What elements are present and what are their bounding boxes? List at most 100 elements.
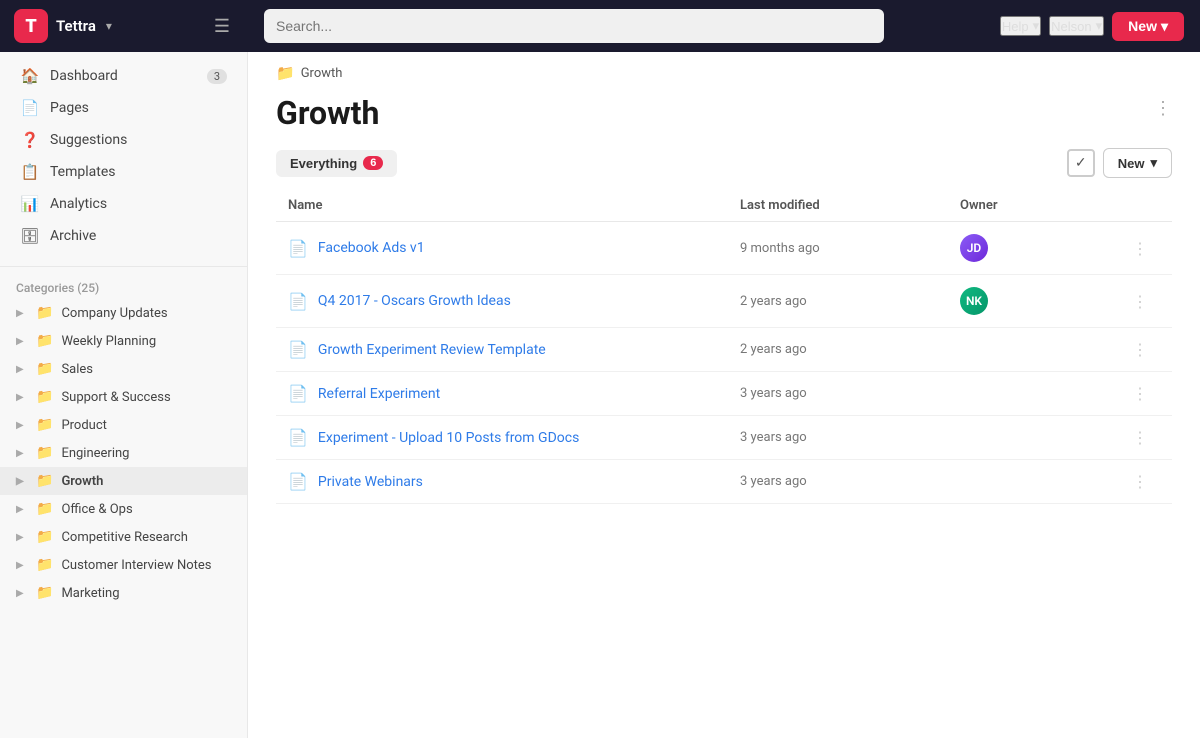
row-options-icon[interactable]: ⋮ — [1120, 340, 1160, 359]
category-chevron-icon: ▶ — [16, 560, 28, 571]
doc-name-cell: 📄 Facebook Ads v1 — [288, 239, 740, 258]
row-options-icon[interactable]: ⋮ — [1120, 239, 1160, 258]
doc-name-cell: 📄 Growth Experiment Review Template — [288, 340, 740, 359]
doc-icon: 📄 — [288, 384, 308, 403]
doc-modified-date: 3 years ago — [740, 474, 960, 489]
doc-modified-date: 3 years ago — [740, 386, 960, 401]
new-top-button[interactable]: New ▾ — [1112, 12, 1184, 41]
doc-modified-date: 9 months ago — [740, 241, 960, 256]
category-label: Weekly Planning — [61, 334, 231, 349]
sidebar-item-office-ops[interactable]: ▶ 📁 Office & Ops — [0, 495, 247, 523]
help-chevron-icon: ▾ — [1033, 18, 1040, 34]
toolbar-right: ✓ New ▾ — [1067, 148, 1172, 178]
sidebar-item-dashboard[interactable]: 🏠 Dashboard 3 — [4, 60, 243, 92]
row-options-icon[interactable]: ⋮ — [1120, 472, 1160, 491]
category-label: Growth — [61, 474, 231, 489]
col-header-name: Name — [288, 198, 740, 213]
table-header: Name Last modified Owner — [276, 190, 1172, 222]
breadcrumb: 📁 Growth — [248, 52, 1200, 82]
sidebar-item-sales[interactable]: ▶ 📁 Sales — [0, 355, 247, 383]
sidebar: 🏠 Dashboard 3 📄 Pages ❓ Suggestions 📋 Te… — [0, 0, 248, 738]
category-chevron-icon: ▶ — [16, 532, 28, 543]
doc-owner-cell: JD — [960, 234, 1120, 262]
category-folder-icon: 📁 — [36, 445, 53, 461]
category-chevron-icon: ▶ — [16, 364, 28, 375]
topbar: T Tettra ▾ ☰ Help ▾ Nelson ▾ New ▾ — [0, 0, 1200, 52]
sidebar-item-engineering[interactable]: ▶ 📁 Engineering — [0, 439, 247, 467]
doc-modified-date: 2 years ago — [740, 294, 960, 309]
sidebar-item-customer-interview-notes[interactable]: ▶ 📁 Customer Interview Notes — [0, 551, 247, 579]
category-chevron-icon: ▶ — [16, 392, 28, 403]
category-folder-icon: 📁 — [36, 473, 53, 489]
category-label: Product — [61, 418, 231, 433]
page-options-icon[interactable]: ⋮ — [1154, 86, 1172, 119]
row-options-icon[interactable]: ⋮ — [1120, 384, 1160, 403]
doc-name-link[interactable]: Experiment - Upload 10 Posts from GDocs — [318, 430, 579, 446]
table-row: 📄 Q4 2017 - Oscars Growth Ideas 2 years … — [276, 275, 1172, 328]
main-content: 📁 Growth Growth ⋮ Everything 6 ✓ New ▾ N… — [248, 0, 1200, 738]
hamburger-icon[interactable]: ☰ — [210, 12, 234, 41]
doc-icon: 📄 — [288, 340, 308, 359]
sidebar-item-growth[interactable]: ▶ 📁 Growth — [0, 467, 247, 495]
category-folder-icon: 📁 — [36, 361, 53, 377]
dashboard-badge: 3 — [207, 69, 227, 84]
select-all-checkbox[interactable]: ✓ — [1067, 149, 1095, 177]
sidebar-item-templates[interactable]: 📋 Templates — [4, 156, 243, 188]
doc-owner-cell: NK — [960, 287, 1120, 315]
category-chevron-icon: ▶ — [16, 448, 28, 459]
sidebar-item-weekly-planning[interactable]: ▶ 📁 Weekly Planning — [0, 327, 247, 355]
table-row: 📄 Private Webinars 3 years ago ⋮ — [276, 460, 1172, 504]
table-row: 📄 Growth Experiment Review Template 2 ye… — [276, 328, 1172, 372]
sidebar-item-analytics[interactable]: 📊 Analytics — [4, 188, 243, 220]
user-menu-button[interactable]: Nelson ▾ — [1049, 16, 1104, 36]
page-header: Growth ⋮ — [248, 82, 1200, 148]
doc-icon: 📄 — [288, 428, 308, 447]
doc-name-cell: 📄 Private Webinars — [288, 472, 740, 491]
owner-avatar: JD — [960, 234, 988, 262]
everything-filter-tab[interactable]: Everything 6 — [276, 150, 397, 177]
table-container: Name Last modified Owner 📄 Facebook Ads … — [248, 190, 1200, 504]
category-folder-icon: 📁 — [36, 501, 53, 517]
row-options-icon[interactable]: ⋮ — [1120, 292, 1160, 311]
category-folder-icon: 📁 — [36, 557, 53, 573]
sidebar-item-suggestions[interactable]: ❓ Suggestions — [4, 124, 243, 156]
col-header-actions — [1120, 198, 1160, 213]
sidebar-item-product[interactable]: ▶ 📁 Product — [0, 411, 247, 439]
search-area — [248, 9, 1000, 43]
col-header-owner: Owner — [960, 198, 1120, 213]
category-folder-icon: 📁 — [36, 389, 53, 405]
help-button[interactable]: Help ▾ — [1000, 16, 1041, 36]
doc-name-link[interactable]: Private Webinars — [318, 474, 423, 490]
doc-name-link[interactable]: Growth Experiment Review Template — [318, 342, 546, 358]
table-row: 📄 Experiment - Upload 10 Posts from GDoc… — [276, 416, 1172, 460]
topbar-right: Help ▾ Nelson ▾ New ▾ — [1000, 12, 1200, 41]
category-label: Competitive Research — [61, 530, 231, 545]
sidebar-item-marketing[interactable]: ▶ 📁 Marketing — [0, 579, 247, 607]
new-content-button[interactable]: New ▾ — [1103, 148, 1172, 178]
sidebar-item-competitive-research[interactable]: ▶ 📁 Competitive Research — [0, 523, 247, 551]
sidebar-item-company-updates[interactable]: ▶ 📁 Company Updates — [0, 299, 247, 327]
category-label: Marketing — [61, 586, 231, 601]
sidebar-divider — [0, 266, 247, 267]
sidebar-item-pages[interactable]: 📄 Pages — [4, 92, 243, 124]
breadcrumb-text: Growth — [301, 66, 343, 81]
category-list: ▶ 📁 Company Updates ▶ 📁 Weekly Planning … — [0, 299, 247, 607]
doc-icon: 📄 — [288, 239, 308, 258]
logo-area: T Tettra ▾ ☰ — [0, 9, 248, 43]
app-logo[interactable]: T — [14, 9, 48, 43]
doc-name-link[interactable]: Q4 2017 - Oscars Growth Ideas — [318, 293, 511, 309]
row-options-icon[interactable]: ⋮ — [1120, 428, 1160, 447]
category-chevron-icon: ▶ — [16, 336, 28, 347]
category-folder-icon: 📁 — [36, 333, 53, 349]
doc-name-link[interactable]: Facebook Ads v1 — [318, 240, 425, 256]
user-chevron-icon: ▾ — [1096, 18, 1103, 34]
search-input[interactable] — [264, 9, 884, 43]
sidebar-item-archive[interactable]: 🗄 Archive — [4, 220, 243, 252]
doc-name-link[interactable]: Referral Experiment — [318, 386, 440, 402]
archive-icon: 🗄 — [20, 227, 40, 245]
new-content-chevron-icon: ▾ — [1150, 155, 1157, 171]
app-name-chevron-icon[interactable]: ▾ — [106, 19, 112, 33]
category-chevron-icon: ▶ — [16, 504, 28, 515]
sidebar-item-support-success[interactable]: ▶ 📁 Support & Success — [0, 383, 247, 411]
analytics-icon: 📊 — [20, 195, 40, 213]
